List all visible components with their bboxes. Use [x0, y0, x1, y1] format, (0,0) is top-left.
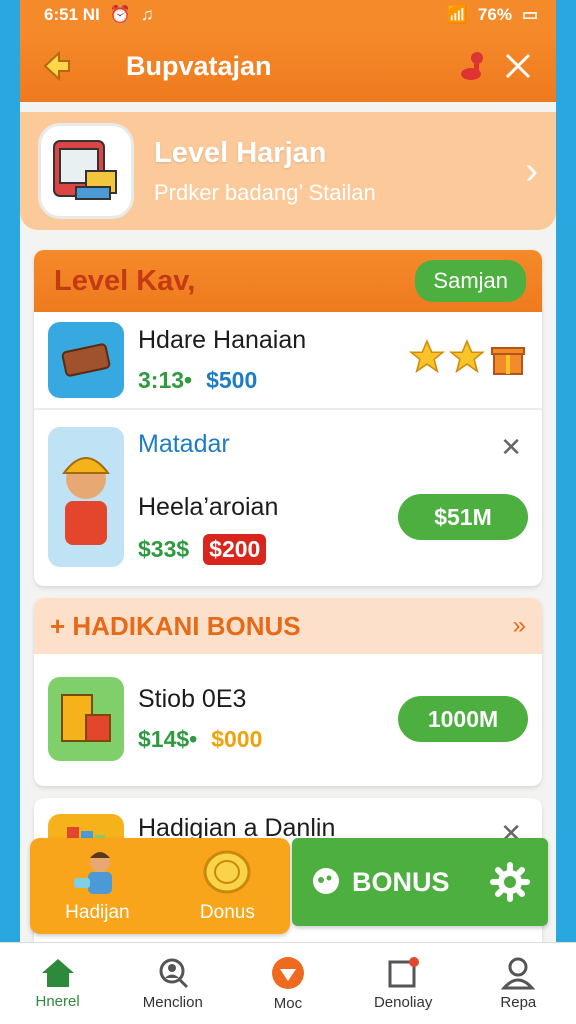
back-arrow-icon	[43, 50, 70, 82]
chocolate-icon	[48, 322, 124, 398]
top-bar: Bupvatajan	[20, 30, 556, 102]
nav-tab-profile[interactable]: Repa	[468, 956, 568, 1011]
person-icon	[501, 957, 536, 990]
new-price: $200	[203, 533, 267, 565]
item-name: Heela’aroian	[138, 492, 279, 521]
nav-label: Repa	[500, 994, 537, 1011]
list-item[interactable]: Stiob 0E3 $14$• $000 1000M	[34, 654, 542, 784]
battery-level: 76%	[477, 5, 512, 24]
buy-button[interactable]: 1000M	[398, 696, 528, 742]
promo-left-label: Hadijan	[65, 902, 130, 923]
list-item[interactable]: Matadar Heela’aroian $33$ $200 ✕ $51M	[34, 410, 542, 584]
bonus-button[interactable]: BONUS	[292, 838, 548, 926]
expand-icon[interactable]: »	[513, 612, 526, 640]
home-icon	[41, 959, 74, 987]
new-price: $000	[211, 726, 263, 752]
close-icon	[505, 53, 531, 79]
toybox-icon	[48, 677, 124, 761]
old-price: 3:13•	[138, 367, 193, 393]
page-title: Bupvatajan	[126, 50, 272, 81]
boy-icon	[74, 852, 113, 894]
status-time: 6:51 NI	[44, 5, 100, 24]
list-item[interactable]: Hdare Hanaian 3:13• $500	[34, 312, 542, 410]
item-name: Hdare Hanaian	[138, 326, 307, 354]
gift-icon	[488, 338, 528, 383]
nav-tab-display[interactable]: Denoliay	[353, 956, 453, 1011]
new-price: $500	[206, 367, 258, 393]
promo-right-label: Donus	[199, 902, 255, 923]
bonus-section: + HADIKANI BONUS » Stiob 0E3 $14$• $000 …	[34, 598, 542, 786]
level-banner[interactable]: Level Harjan Prdker badang’ Stailan ›	[20, 112, 556, 230]
bonus-button-label: BONUS	[352, 866, 450, 897]
old-price: $33$	[138, 535, 190, 562]
old-price: $14$•	[138, 726, 198, 752]
music-icon: ♫	[140, 5, 154, 24]
nav-tab-moc[interactable]: Moc	[238, 955, 338, 1012]
nav-label: Denoliay	[373, 994, 433, 1011]
search-person-icon	[159, 958, 188, 989]
level-section-title: Level Kav,	[54, 264, 196, 297]
nav-label: Moc	[273, 995, 303, 1012]
joystick-icon	[461, 52, 483, 80]
banner-subtitle: Prdker badang’ Stailan	[154, 179, 376, 205]
nav-tab-home[interactable]: Hnerel	[8, 957, 108, 1010]
nav-label: Hnerel	[35, 993, 80, 1010]
item-category: Matadar	[138, 429, 230, 458]
hadijan-promo[interactable]: Hadijan	[65, 848, 130, 924]
chat-bubble-icon	[313, 868, 339, 894]
promo-panel: Hadijan Donus	[30, 838, 290, 934]
donus-promo[interactable]: Donus	[200, 848, 255, 924]
star-icon	[448, 338, 486, 383]
buy-button[interactable]: $51M	[398, 494, 528, 540]
nav-tab-mention[interactable]: Menclion	[123, 956, 223, 1011]
back-button[interactable]	[36, 46, 76, 86]
boy-character-icon	[48, 427, 124, 567]
level-section: Level Kav, Samjan Hdare Hanaian 3:13• $5…	[34, 250, 542, 586]
star-icon	[408, 338, 446, 383]
notification-icon	[388, 957, 420, 988]
battery-icon: ▭	[521, 5, 538, 24]
joystick-button[interactable]	[452, 44, 496, 88]
item-name: Stiob 0E3	[138, 685, 247, 713]
bonus-section-title: + HADIKANI BONUS	[50, 610, 301, 641]
coin-icon	[203, 850, 251, 894]
app-screen: Bupvatajan Level Harjan Prdker badang’ S…	[0, 30, 576, 1024]
nav-label: Menclion	[142, 994, 203, 1011]
machine-icon	[38, 123, 134, 219]
close-button[interactable]	[496, 44, 540, 88]
bottom-nav: Hnerel Menclion Moc Denoliay Repa	[0, 942, 576, 1024]
chevron-right-icon: ›	[525, 149, 538, 192]
status-bar: 6:51 NI ⏰ ♫ 📶 76% ▭	[20, 0, 556, 30]
dismiss-icon[interactable]: ✕	[500, 432, 522, 463]
banner-title: Level Harjan	[154, 136, 327, 169]
gear-icon[interactable]	[490, 862, 530, 902]
wifi-icon: 📶	[446, 5, 468, 24]
play-circle-icon	[271, 957, 304, 989]
alarm-icon: ⏰	[109, 5, 131, 24]
samjan-button[interactable]: Samjan	[415, 260, 526, 302]
